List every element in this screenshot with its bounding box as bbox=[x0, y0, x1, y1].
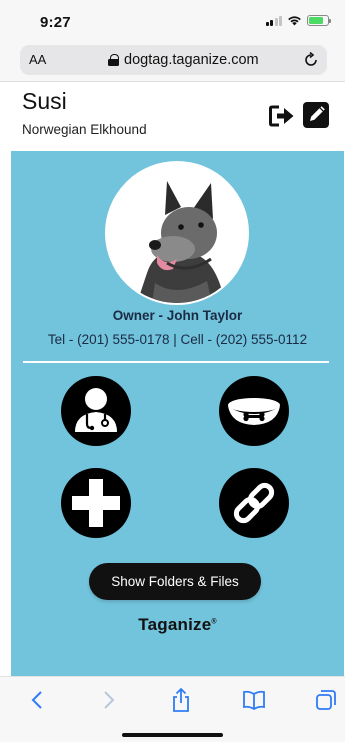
food-button[interactable] bbox=[219, 376, 289, 446]
logout-icon[interactable] bbox=[269, 104, 295, 128]
pet-breed: Norwegian Elkhound bbox=[22, 122, 147, 137]
reader-options-button[interactable]: AA bbox=[29, 52, 46, 67]
url-text: dogtag.taganize.com bbox=[124, 52, 259, 68]
veterinarian-button[interactable] bbox=[61, 376, 131, 446]
lock-icon bbox=[108, 54, 119, 66]
edit-button[interactable] bbox=[303, 102, 329, 128]
url-display[interactable]: dogtag.taganize.com bbox=[108, 52, 259, 68]
owner-name: Owner - John Taylor bbox=[112, 308, 243, 323]
show-folders-files-button[interactable]: Show Folders & Files bbox=[89, 563, 261, 600]
pet-name: Susi bbox=[22, 88, 67, 114]
divider bbox=[23, 361, 329, 363]
brand-name: Taganize bbox=[138, 615, 212, 634]
medical-cross-icon bbox=[72, 479, 120, 527]
battery-icon bbox=[307, 15, 331, 26]
book-icon bbox=[243, 690, 265, 711]
home-indicator bbox=[122, 733, 223, 737]
cellular-signal-icon bbox=[265, 15, 282, 26]
battery-level bbox=[309, 17, 324, 24]
dog-bowl-icon bbox=[228, 398, 280, 425]
tag-profile-card: Owner - John Taylor Tel - (201) 555-0178… bbox=[11, 151, 344, 676]
status-icons bbox=[265, 15, 331, 26]
link-icon bbox=[233, 482, 275, 524]
wifi-icon bbox=[288, 16, 301, 26]
veterinarian-icon bbox=[75, 388, 117, 432]
forward-button[interactable] bbox=[96, 687, 122, 713]
address-bar[interactable]: AA dogtag.taganize.com bbox=[20, 45, 327, 75]
medical-button[interactable] bbox=[61, 468, 131, 538]
registered-mark: ® bbox=[211, 618, 217, 626]
page-header: Susi Norwegian Elkhound bbox=[0, 82, 345, 151]
tabs-button[interactable] bbox=[313, 687, 339, 713]
chevron-right-icon bbox=[104, 691, 115, 709]
browser-toolbar bbox=[0, 676, 345, 742]
chevron-left-icon bbox=[31, 691, 42, 709]
owner-phones[interactable]: Tel - (201) 555-0178 | Cell - (202) 555-… bbox=[11, 332, 344, 347]
back-button[interactable] bbox=[24, 687, 50, 713]
bookmarks-button[interactable] bbox=[241, 687, 267, 713]
tabs-icon bbox=[316, 690, 336, 710]
pencil-icon bbox=[310, 106, 325, 121]
status-time: 9:27 bbox=[40, 14, 71, 31]
browser-address-area: AA dogtag.taganize.com bbox=[0, 42, 345, 82]
reload-icon[interactable] bbox=[301, 50, 321, 70]
dog-photo-icon bbox=[107, 163, 247, 303]
pet-photo bbox=[105, 161, 249, 305]
taganize-logo: Taganize® bbox=[11, 615, 344, 635]
share-button[interactable] bbox=[168, 687, 194, 713]
links-button[interactable] bbox=[219, 468, 289, 538]
status-bar: 9:27 bbox=[0, 0, 345, 42]
share-icon bbox=[173, 687, 189, 712]
